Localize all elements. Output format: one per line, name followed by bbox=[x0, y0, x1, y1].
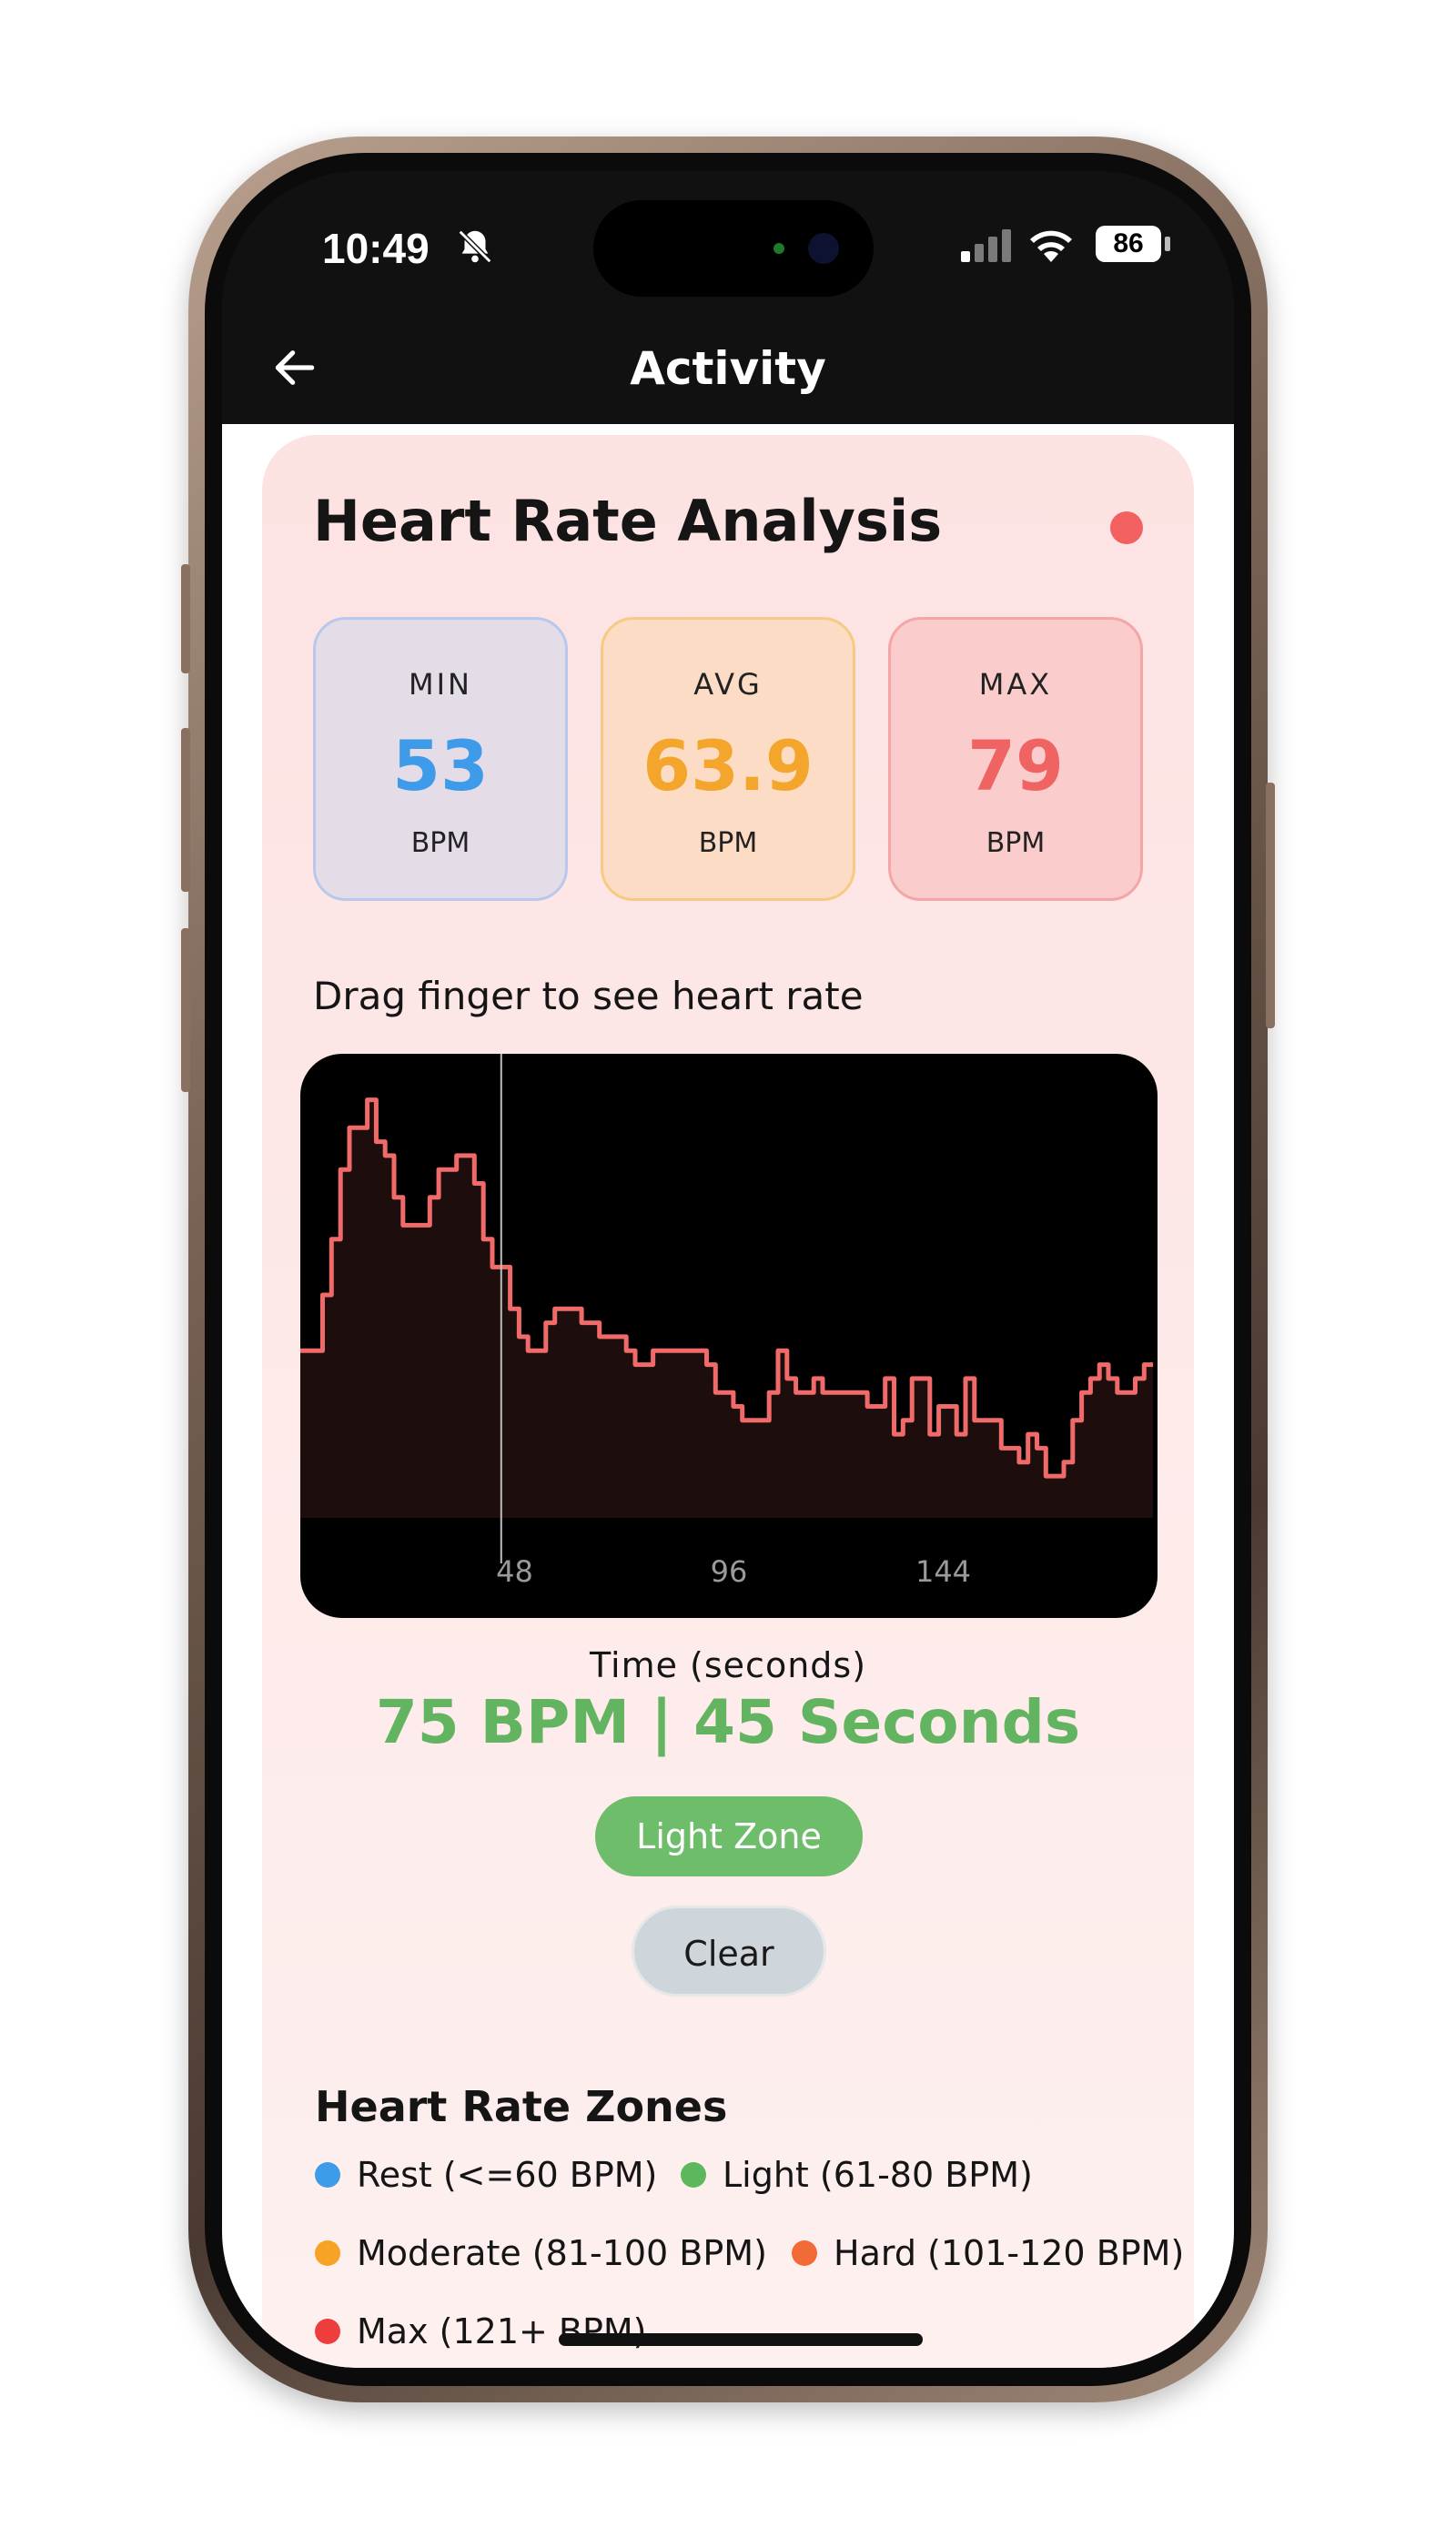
stat-max-value: 79 bbox=[967, 725, 1064, 806]
legend-item-hard: Hard (101-120 BPM) bbox=[792, 2233, 1184, 2273]
stat-min-label: MIN bbox=[409, 667, 472, 702]
x-tick-label-2: 144 bbox=[915, 1554, 971, 1589]
home-indicator[interactable] bbox=[559, 2333, 923, 2346]
legend-item-moderate: Moderate (81-100 BPM) bbox=[315, 2233, 767, 2273]
status-time: 10:49 bbox=[322, 225, 430, 272]
stat-max-unit: BPM bbox=[986, 827, 1046, 859]
legend-dot-hard bbox=[792, 2240, 817, 2266]
legend-label-hard: Hard (101-120 BPM) bbox=[834, 2233, 1185, 2273]
battery-cap bbox=[1165, 237, 1170, 251]
legend-item-light: Light (61-80 BPM) bbox=[681, 2155, 1033, 2195]
zone-badge[interactable]: Light Zone bbox=[595, 1796, 863, 1876]
camera-indicator-icon bbox=[774, 243, 784, 254]
legend-dot-light bbox=[681, 2161, 706, 2188]
stat-avg-unit: BPM bbox=[698, 827, 758, 859]
drag-hint: Drag finger to see heart rate bbox=[313, 974, 864, 1018]
page-title: Activity bbox=[630, 342, 826, 395]
stat-min-unit: BPM bbox=[410, 827, 470, 859]
x-axis-title: Time (seconds) bbox=[589, 1645, 867, 1685]
legend-item-rest: Rest (<=60 BPM) bbox=[315, 2155, 657, 2195]
stat-card-max: MAX 79 BPM bbox=[888, 617, 1143, 901]
app-bar: Activity bbox=[222, 308, 1234, 424]
heart-rate-chart-svg[interactable]: 48 96 144 bbox=[300, 1054, 1158, 1618]
card-title: Heart Rate Analysis bbox=[313, 488, 943, 554]
heart-rate-card: Heart Rate Analysis MIN 53 BPM AVG 63.9 … bbox=[262, 435, 1194, 2368]
status-indicator-dot bbox=[1110, 511, 1143, 544]
legend-dot-max bbox=[315, 2318, 340, 2344]
legend-dot-moderate bbox=[315, 2240, 340, 2266]
stat-min-value: 53 bbox=[392, 725, 489, 806]
battery-icon: 86 bbox=[1096, 226, 1161, 262]
status-bar: 10:49 86 bbox=[222, 171, 1234, 297]
heart-rate-chart[interactable]: 48 96 144 bbox=[300, 1054, 1158, 1618]
x-tick-label-0: 48 bbox=[496, 1554, 533, 1589]
chart-area-fill bbox=[300, 1099, 1154, 1518]
dynamic-island bbox=[593, 200, 874, 297]
wifi-icon bbox=[1030, 230, 1072, 262]
zones-title: Heart Rate Zones bbox=[315, 2082, 728, 2131]
stat-card-avg: AVG 63.9 BPM bbox=[601, 617, 855, 901]
legend-label-moderate: Moderate (81-100 BPM) bbox=[357, 2233, 767, 2273]
heart-rate-readout: 75 BPM | 45 Seconds bbox=[375, 1687, 1081, 1757]
stat-avg-value: 63.9 bbox=[642, 725, 814, 806]
x-tick-label-1: 96 bbox=[711, 1554, 748, 1589]
legend-label-light: Light (61-80 BPM) bbox=[723, 2155, 1033, 2195]
signal-icon bbox=[961, 229, 1011, 262]
phone-power-button bbox=[1266, 783, 1275, 1028]
stat-max-label: MAX bbox=[978, 667, 1053, 702]
phone-screen: 10:49 86 Activity Heart Rate Analysis MI… bbox=[222, 171, 1234, 2368]
camera-lens-icon bbox=[808, 233, 839, 264]
stat-avg-label: AVG bbox=[693, 667, 763, 702]
phone-volume-down bbox=[181, 928, 190, 1092]
clear-button[interactable]: Clear bbox=[632, 1906, 826, 1997]
stat-card-min: MIN 53 BPM bbox=[313, 617, 568, 901]
legend-dot-rest bbox=[315, 2161, 340, 2188]
phone-mute-switch bbox=[181, 564, 190, 673]
scroll-content[interactable]: Heart Rate Analysis MIN 53 BPM AVG 63.9 … bbox=[222, 424, 1234, 2368]
bell-slash-icon bbox=[458, 229, 492, 264]
phone-volume-up bbox=[181, 728, 190, 892]
legend-label-rest: Rest (<=60 BPM) bbox=[357, 2155, 658, 2195]
